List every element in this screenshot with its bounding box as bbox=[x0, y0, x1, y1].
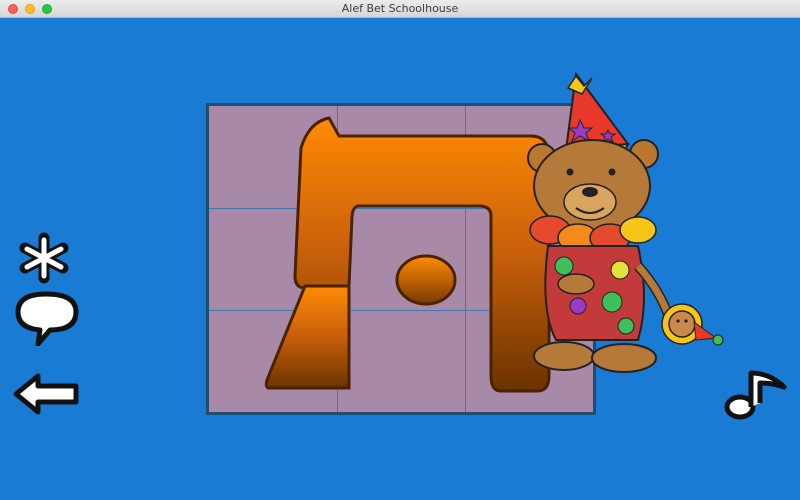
star-icon[interactable] bbox=[14, 231, 80, 285]
clown-bear-illustration[interactable] bbox=[520, 70, 730, 375]
game-area bbox=[0, 18, 800, 500]
letter-dot bbox=[395, 254, 457, 306]
back-arrow-icon[interactable] bbox=[12, 372, 82, 416]
music-note-icon[interactable] bbox=[722, 367, 790, 421]
letter-left-leg bbox=[264, 284, 351, 390]
speech-bubble-icon[interactable] bbox=[10, 290, 82, 346]
window-titlebar: Alef Bet Schoolhouse bbox=[0, 0, 800, 18]
window-title: Alef Bet Schoolhouse bbox=[341, 2, 459, 15]
